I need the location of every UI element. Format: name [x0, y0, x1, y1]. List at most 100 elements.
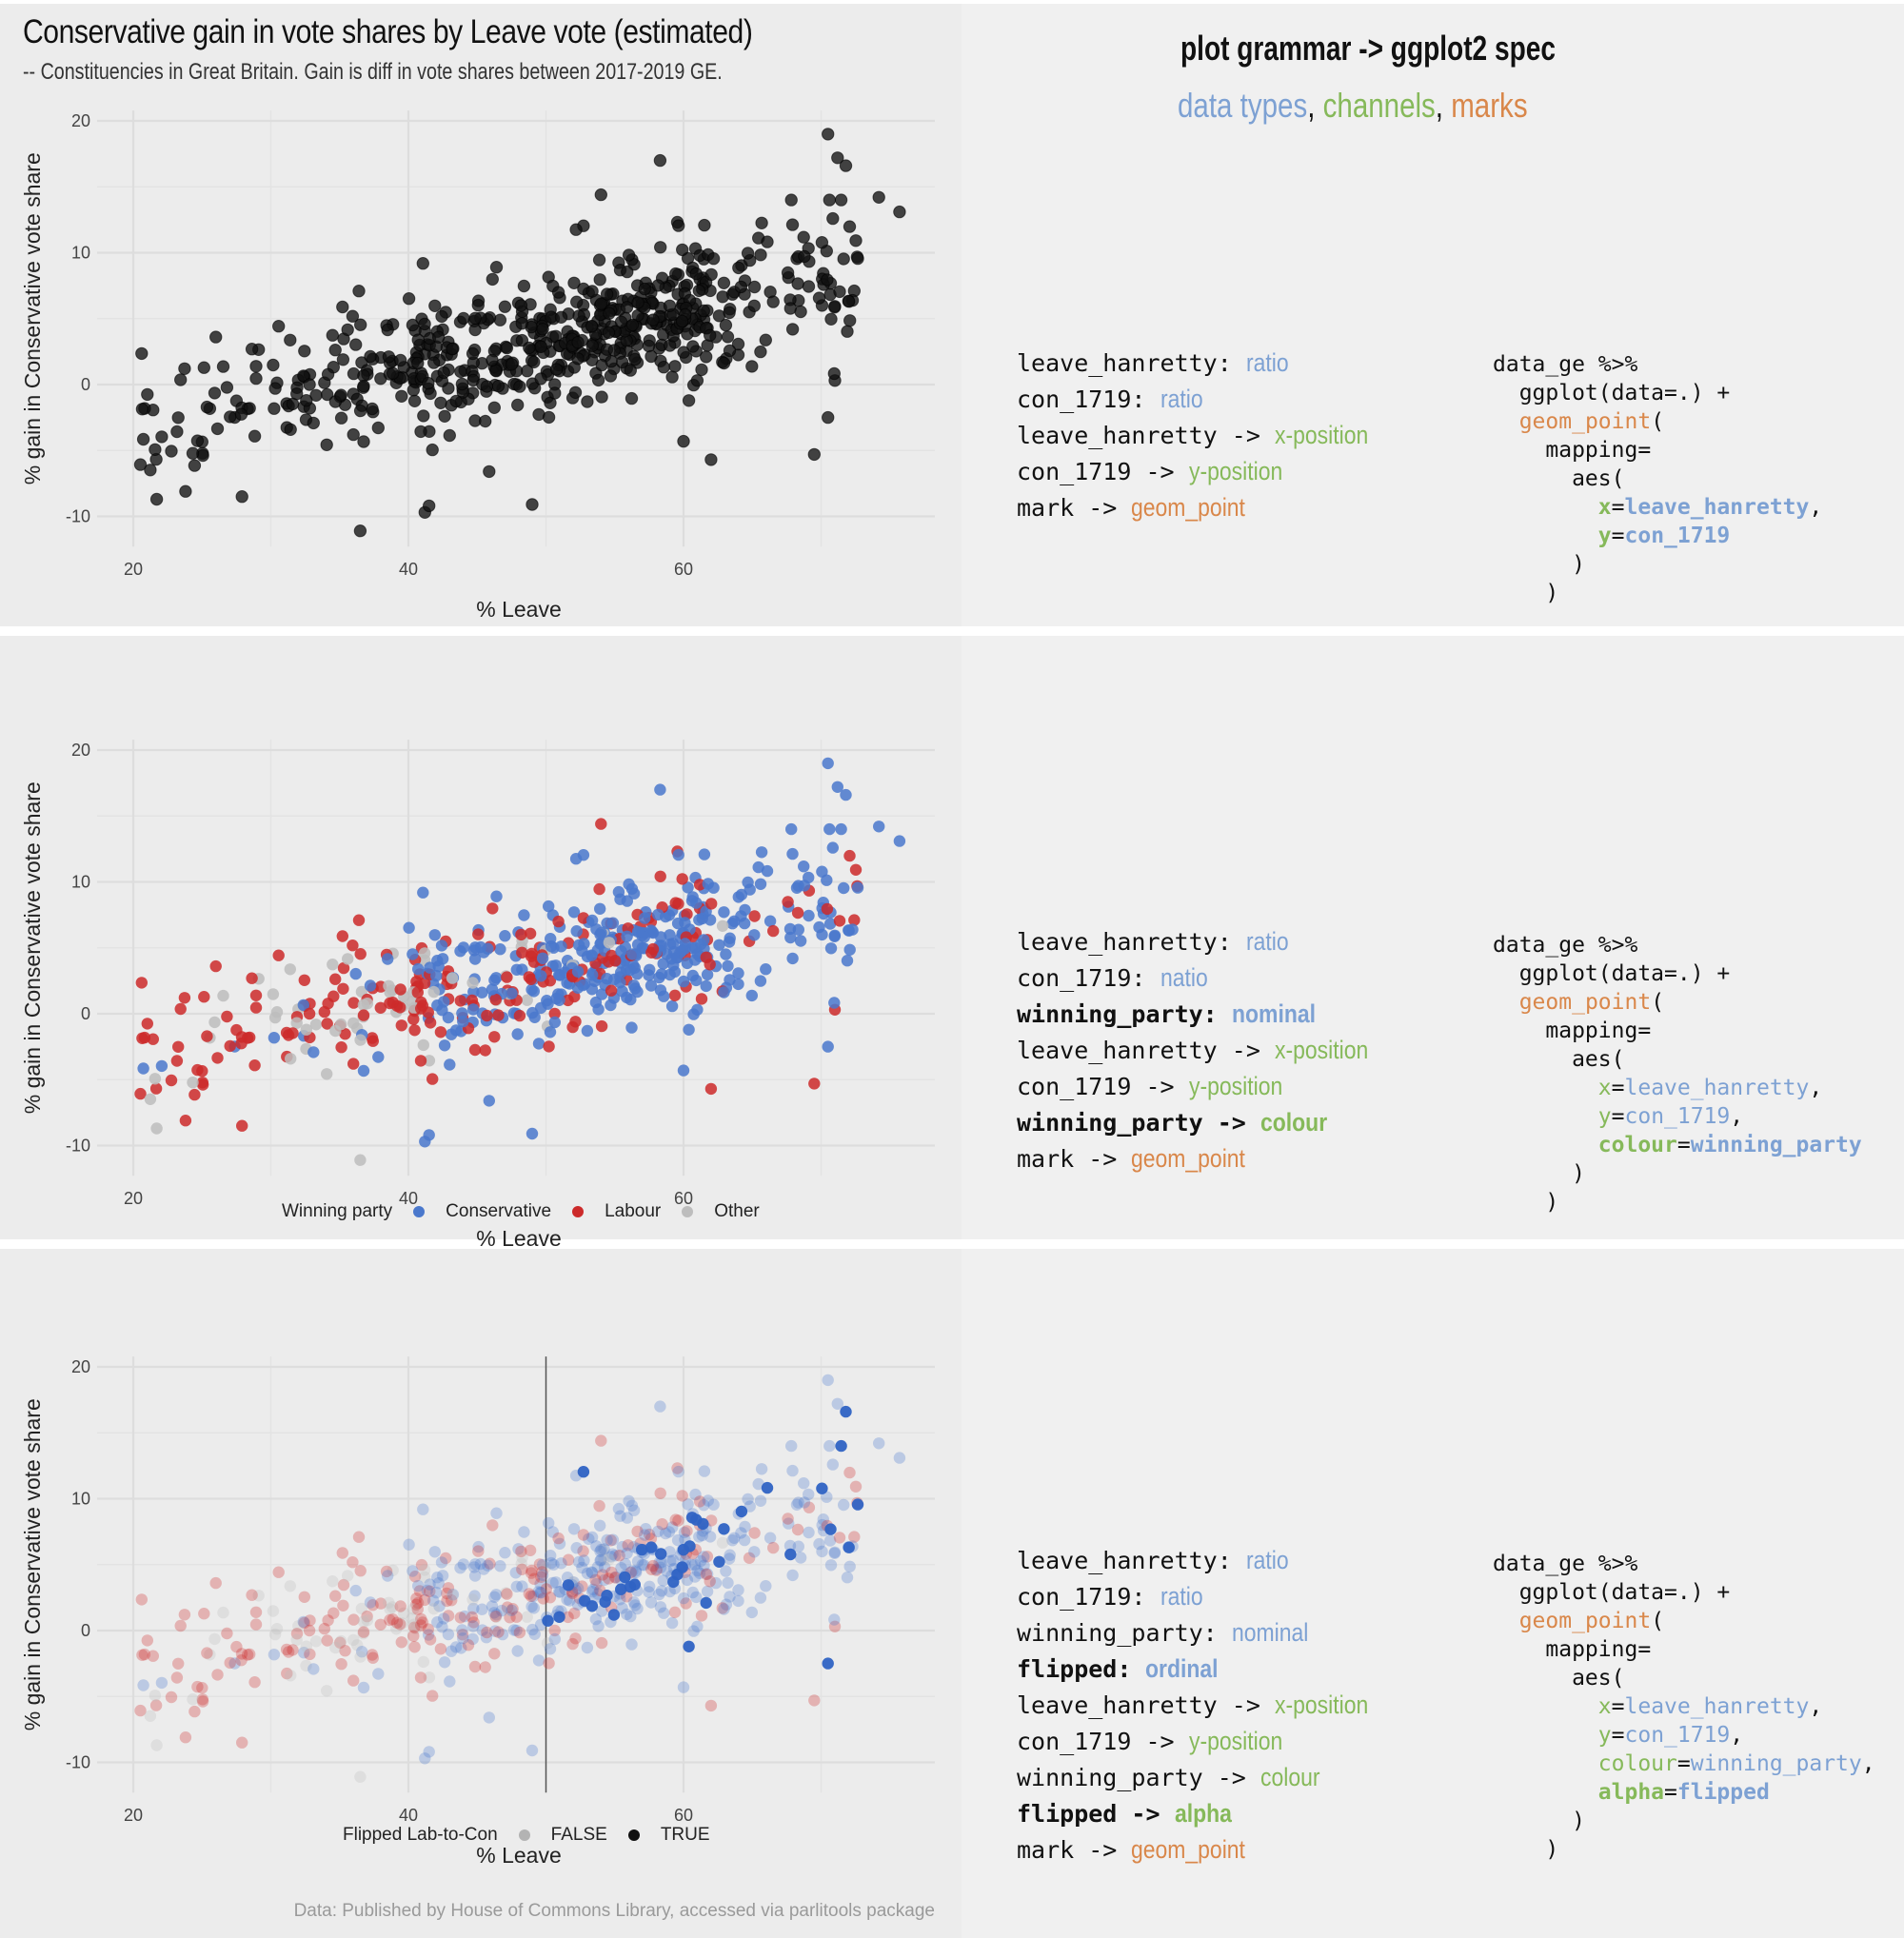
data-point [354, 1770, 367, 1783]
data-point [747, 299, 761, 312]
code-line: aes( [1493, 1664, 1875, 1692]
code-token: con_1719: [1017, 386, 1160, 413]
data-point [449, 394, 463, 408]
data-point [336, 300, 349, 314]
code-line: aes( [1493, 1045, 1862, 1074]
data-point [625, 1021, 638, 1034]
data-point [217, 1606, 229, 1619]
legend-key-dot [518, 1829, 530, 1841]
data-point [418, 947, 431, 959]
data-point [320, 438, 333, 451]
spec-line: con_1719: ratio [1017, 381, 1385, 417]
data-point [186, 446, 200, 460]
data-point [550, 992, 563, 1005]
data-point [513, 1626, 526, 1639]
data-point [328, 344, 342, 357]
data-point [821, 902, 834, 916]
spec-line: mark -> geom_point [1017, 489, 1385, 525]
data-point [791, 277, 804, 290]
data-point [754, 1592, 767, 1604]
channel-token: x [1597, 1694, 1612, 1719]
data-point [625, 993, 637, 1006]
data-point [663, 299, 677, 312]
data-point [628, 982, 642, 995]
code-line: geom_point( [1493, 988, 1862, 1017]
code-line: geom_point( [1493, 1607, 1875, 1635]
data-point [435, 939, 448, 952]
data-point [639, 1529, 651, 1541]
data-point [595, 1019, 608, 1033]
data-point [412, 962, 425, 976]
data-point [724, 974, 736, 986]
data-point [603, 937, 616, 949]
data-point [645, 349, 658, 364]
data-point [643, 1586, 655, 1598]
data-point [700, 350, 713, 364]
data-point [353, 524, 367, 538]
data-point [432, 960, 445, 973]
data-point [335, 1634, 347, 1648]
data-point [697, 304, 710, 318]
data-point [585, 1566, 598, 1578]
code-line: mapping= [1493, 1635, 1875, 1664]
data-point [784, 931, 797, 944]
data-point [501, 1588, 513, 1600]
data-point [828, 1546, 842, 1558]
data-point [623, 1494, 635, 1508]
data-point [347, 1556, 359, 1569]
data-point [665, 370, 679, 384]
data-point [468, 1570, 482, 1582]
data-point [676, 873, 688, 885]
data-point [569, 853, 583, 865]
data-point [357, 435, 370, 448]
data-point [136, 432, 150, 446]
data-point [423, 499, 436, 513]
data-point [149, 1690, 162, 1702]
data-point [626, 948, 639, 960]
data-point [581, 395, 594, 408]
data-point [692, 284, 705, 298]
data-point [623, 878, 635, 891]
data-point [411, 356, 425, 370]
data-point [438, 1656, 451, 1669]
data-point [411, 333, 425, 346]
data-point [248, 1059, 261, 1072]
data-point [682, 394, 696, 407]
data-point [658, 1607, 670, 1619]
data-point [366, 1032, 379, 1044]
data-point [735, 1527, 747, 1539]
data-point [595, 390, 608, 404]
data-point [704, 959, 716, 971]
data-point [394, 1600, 407, 1612]
data-point [483, 1711, 495, 1724]
data-point [600, 287, 614, 301]
data-point [571, 965, 585, 978]
data-point [249, 1001, 263, 1014]
data-point [170, 1055, 184, 1067]
data-point [446, 1589, 459, 1601]
data-point [216, 360, 230, 373]
data-point [585, 319, 599, 333]
code-token: ) [1493, 552, 1585, 577]
grammar-subtitle: data types, channels, marks [1178, 86, 1528, 126]
y-axis-title: % gain in Conservative vote share [20, 152, 45, 484]
data-point [172, 1040, 185, 1053]
data-point [347, 1058, 360, 1070]
code-token: data_ge %>% [1493, 1552, 1638, 1576]
data-point [745, 1606, 758, 1619]
spec-line: con_1719 -> y-position [1017, 1068, 1385, 1104]
channel-token: x-position [1274, 421, 1369, 449]
data-point [426, 443, 439, 457]
data-point [174, 1619, 187, 1632]
data-point [416, 257, 429, 270]
data-point [568, 386, 583, 399]
code-line: alpha=flipped [1493, 1778, 1875, 1807]
code-line: ) [1493, 550, 1822, 579]
data-point [695, 1610, 708, 1622]
data-point [683, 1640, 695, 1652]
data-point [483, 1095, 495, 1107]
data-point [187, 1077, 199, 1089]
y-axis-title: % gain in Conservative vote share [20, 1398, 45, 1730]
